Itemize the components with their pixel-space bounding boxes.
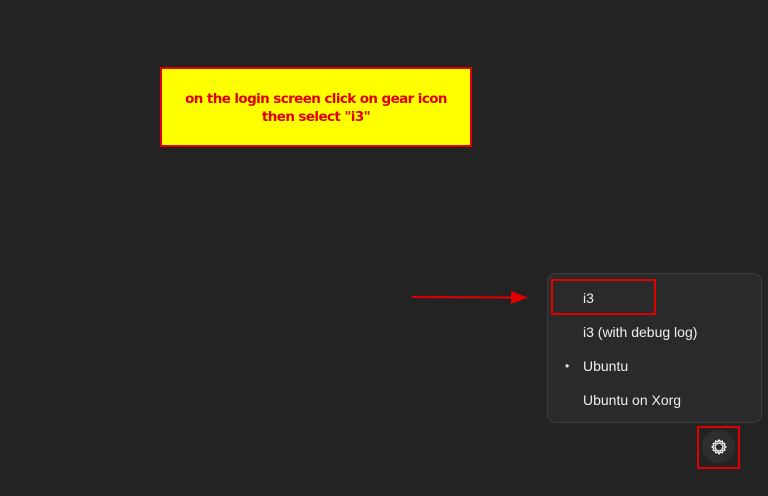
arrow-right-icon	[411, 291, 528, 304]
session-item-label: Ubuntu on Xorg	[583, 392, 682, 408]
instruction-line-1: on the login screen click on gear icon	[185, 91, 447, 107]
login-screen: on the login screen click on gear icon t…	[0, 0, 768, 496]
session-item-label: Ubuntu	[583, 358, 629, 374]
instruction-text: on the login screen click on gear icon t…	[185, 90, 447, 126]
session-item-label: i3 (with debug log)	[583, 324, 698, 340]
i3-highlight-box	[551, 279, 656, 315]
instruction-callout: on the login screen click on gear icon t…	[160, 67, 472, 147]
session-item-i3-debug[interactable]: i3 (with debug log)	[548, 316, 761, 348]
instruction-line-2: then select "i3"	[261, 109, 371, 125]
session-item-ubuntu-xorg[interactable]: Ubuntu on Xorg	[548, 384, 761, 416]
selected-bullet-icon: •	[565, 359, 570, 373]
session-item-ubuntu[interactable]: • Ubuntu	[548, 350, 761, 382]
gear-highlight-box	[697, 426, 740, 469]
